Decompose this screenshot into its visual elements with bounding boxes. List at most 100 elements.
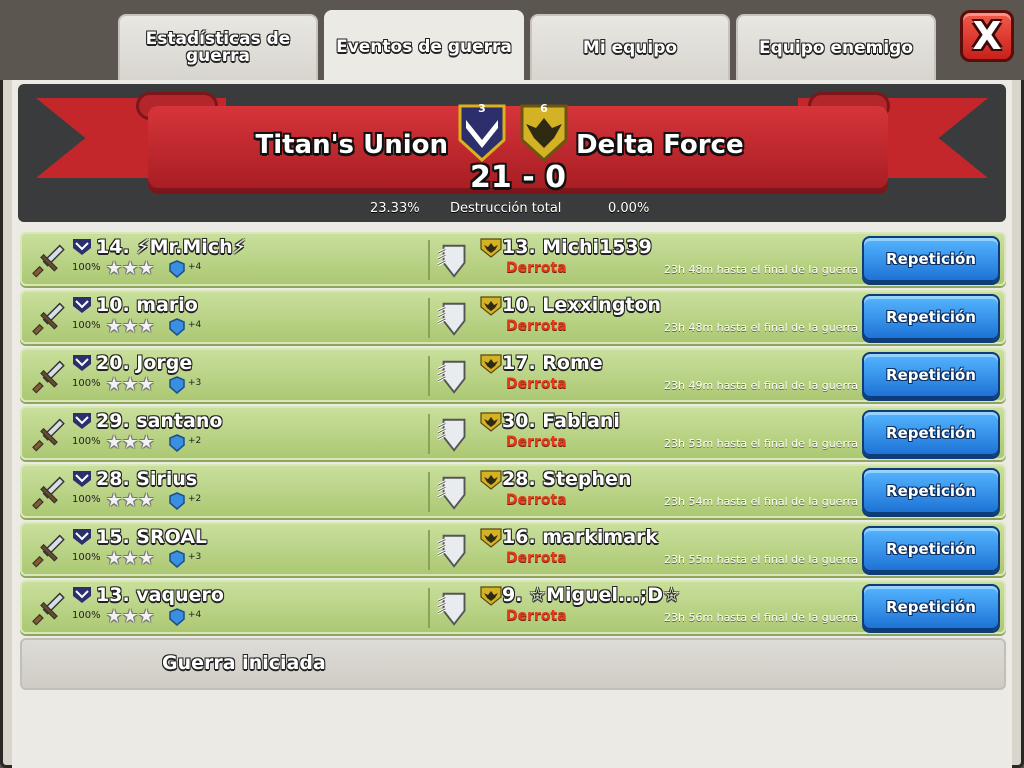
defender-clan-badge-icon	[480, 238, 502, 258]
attacker-clan-badge-icon	[73, 355, 91, 371]
defender-name: 10. Lexxington	[502, 294, 662, 316]
defender-clan-badge-icon	[480, 354, 502, 374]
attacker-name: 13. vaquero	[96, 584, 224, 606]
destruction-percent: 100%	[72, 436, 101, 447]
attack-result: Derrota	[506, 260, 567, 276]
defense-shield-icon	[437, 592, 466, 626]
war-header: 3 6 Titan's Union Delta Force 21 - 0 23.…	[18, 84, 1006, 222]
home-clan-level: 3	[478, 102, 486, 115]
time-remaining: 23h 49m hasta el final de la guerra	[664, 379, 859, 392]
destruction-percent: 100%	[72, 378, 101, 389]
replay-button[interactable]: Repetición	[862, 236, 1000, 282]
close-button[interactable]: X	[960, 10, 1014, 62]
trophy-shield-icon	[169, 608, 185, 626]
replay-button[interactable]: Repetición	[862, 526, 1000, 572]
defender-name: 17. Rome	[502, 352, 603, 374]
war-event-row: 10. mario 100% ★★★ +4 10. Lexxington Der…	[20, 290, 1006, 344]
war-score: 21 - 0	[470, 160, 566, 195]
replay-button[interactable]: Repetición	[862, 468, 1000, 514]
defender-clan-badge-icon	[480, 528, 502, 548]
defense-shield-icon	[437, 360, 466, 394]
trophy-shield-icon	[169, 260, 185, 278]
sword-icon	[32, 534, 65, 568]
row-divider	[428, 356, 430, 396]
war-events-content: 3 6 Titan's Union Delta Force 21 - 0 23.…	[12, 80, 1012, 768]
sword-icon	[32, 476, 65, 510]
home-destruction: 23.33%	[370, 201, 420, 216]
row-divider	[428, 414, 430, 454]
attacker-clan-badge-icon	[73, 239, 91, 255]
defender-name: 13. Michi1539	[502, 236, 652, 258]
tab-war-events[interactable]: Eventos de guerra	[324, 10, 524, 82]
defender-clan-badge-icon	[480, 470, 502, 490]
attack-result: Derrota	[506, 376, 567, 392]
attacker-name: 14. ⚡Mr.Mich⚡	[96, 236, 246, 258]
star-rating: ★★★	[106, 258, 155, 279]
attacker-clan-badge-icon	[73, 471, 91, 487]
trophy-shield-icon	[169, 434, 185, 452]
war-started-entry: Guerra iniciada	[20, 638, 1006, 690]
star-rating: ★★★	[106, 316, 155, 337]
sword-icon	[32, 592, 65, 626]
enemy-clan-level: 6	[540, 102, 548, 115]
tab-my-team[interactable]: Mi equipo	[530, 14, 730, 80]
war-started-label: Guerra iniciada	[162, 652, 326, 674]
defender-name: 28. Stephen	[502, 468, 632, 490]
trophies-earned: +4	[188, 610, 202, 620]
enemy-clan-badge-icon: 6	[518, 100, 570, 163]
trophies-earned: +4	[188, 320, 202, 330]
attacker-name: 10. mario	[96, 294, 198, 316]
attacker-clan-badge-icon	[73, 413, 91, 429]
star-rating: ★★★	[106, 606, 155, 627]
enemy-destruction: 0.00%	[608, 201, 650, 216]
destruction-label: Destrucción total	[450, 201, 562, 216]
sword-icon	[32, 302, 65, 336]
defense-shield-icon	[437, 302, 466, 336]
sword-icon	[32, 418, 65, 452]
row-divider	[428, 588, 430, 628]
attacker-name: 29. santano	[96, 410, 223, 432]
replay-button[interactable]: Repetición	[862, 294, 1000, 340]
attacker-name: 15. SROAL	[96, 526, 208, 548]
attack-result: Derrota	[506, 434, 567, 450]
war-event-row: 13. vaquero 100% ★★★ +4 9. ☆Miguel...;D☆…	[20, 580, 1006, 634]
tab-war-stats[interactable]: Estadísticas de guerra	[118, 14, 318, 80]
tab-enemy-team[interactable]: Equipo enemigo	[736, 14, 936, 80]
sword-icon	[32, 360, 65, 394]
attack-result: Derrota	[506, 492, 567, 508]
defender-name: 9. ☆Miguel...;D☆	[502, 584, 681, 606]
defender-name: 16. markimark	[502, 526, 659, 548]
home-clan-badge-icon: 3	[456, 100, 508, 163]
attacker-clan-badge-icon	[73, 587, 91, 603]
attacker-clan-badge-icon	[73, 529, 91, 545]
defense-shield-icon	[437, 244, 466, 278]
trophy-shield-icon	[169, 550, 185, 568]
star-rating: ★★★	[106, 432, 155, 453]
trophy-shield-icon	[169, 492, 185, 510]
defender-clan-badge-icon	[480, 296, 502, 316]
trophies-earned: +2	[188, 436, 202, 446]
close-icon: X	[972, 14, 1002, 58]
defense-shield-icon	[437, 476, 466, 510]
star-rating: ★★★	[106, 374, 155, 395]
trophies-earned: +3	[188, 552, 202, 562]
trophies-earned: +3	[188, 378, 202, 388]
time-remaining: 23h 48m hasta el final de la guerra	[664, 321, 859, 334]
time-remaining: 23h 56m hasta el final de la guerra	[664, 611, 859, 624]
attack-result: Derrota	[506, 318, 567, 334]
trophy-shield-icon	[169, 376, 185, 394]
defender-clan-badge-icon	[480, 586, 502, 606]
attack-result: Derrota	[506, 608, 567, 624]
replay-button[interactable]: Repetición	[862, 410, 1000, 456]
time-remaining: 23h 48m hasta el final de la guerra	[664, 263, 859, 276]
war-event-row: 28. Sirius 100% ★★★ +2 28. Stephen Derro…	[20, 464, 1006, 518]
replay-button[interactable]: Repetición	[862, 584, 1000, 630]
attacker-clan-badge-icon	[73, 297, 91, 313]
defender-name: 30. Fabiani	[502, 410, 620, 432]
attacker-name: 20. Jorge	[96, 352, 193, 374]
tab-bar: Estadísticas de guerra Eventos de guerra…	[0, 0, 1024, 82]
replay-button[interactable]: Repetición	[862, 352, 1000, 398]
star-rating: ★★★	[106, 490, 155, 511]
war-event-row: 14. ⚡Mr.Mich⚡ 100% ★★★ +4 13. Michi1539 …	[20, 232, 1006, 286]
attack-result: Derrota	[506, 550, 567, 566]
